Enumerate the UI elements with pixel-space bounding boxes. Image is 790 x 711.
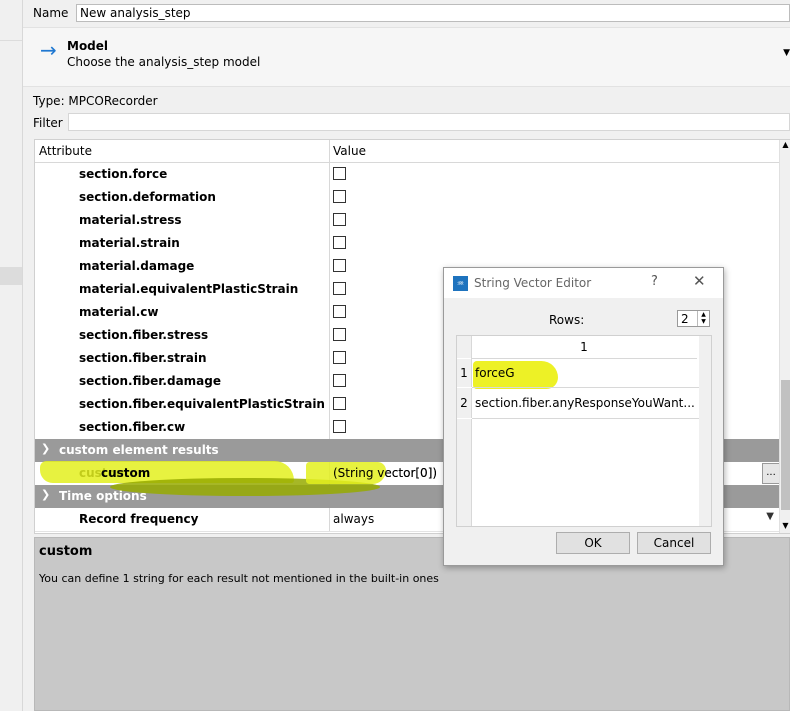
scrollbar-thumb[interactable] — [781, 380, 790, 510]
help-button[interactable]: ? — [651, 274, 658, 289]
checkbox[interactable] — [333, 190, 346, 203]
description-title: custom — [39, 544, 93, 559]
chevron-down-icon[interactable]: ❯ — [41, 442, 50, 455]
row-attribute: section.fiber.damage — [79, 374, 221, 388]
ok-button[interactable]: OK — [556, 532, 630, 554]
rows-label: Rows: — [549, 313, 585, 327]
row-attribute: material.cw — [79, 305, 159, 319]
row-attribute: section.fiber.stress — [79, 328, 209, 342]
app-icon: ♒ — [453, 276, 468, 291]
row-attribute: section.force — [79, 167, 168, 181]
row-attribute: section.fiber.cw — [79, 420, 186, 434]
left-panel-selected-item[interactable] — [0, 267, 22, 285]
scroll-up-icon[interactable]: ▲ — [780, 140, 790, 152]
record-frequency-value[interactable]: always — [333, 512, 374, 526]
checkbox[interactable] — [333, 282, 346, 295]
checkbox[interactable] — [333, 351, 346, 364]
custom-attr-overlay: custom — [101, 466, 151, 480]
checkbox[interactable] — [333, 328, 346, 341]
string-vector-editor-dialog: ♒ String Vector Editor ? ✕ Rows: 2 ▲ ▼ 1 … — [443, 267, 724, 566]
filter-label: Filter — [33, 116, 63, 130]
grid-row-header: 2 — [457, 388, 472, 418]
grid-scrollbar[interactable] — [699, 336, 711, 526]
rows-spinbox[interactable]: 2 ▲ ▼ — [677, 310, 710, 327]
filter-input[interactable] — [68, 113, 790, 131]
filter-row: Filter — [33, 113, 790, 131]
tree-header: Attribute Value — [35, 140, 780, 163]
row-attribute: material.stress — [79, 213, 182, 227]
tree-scrollbar[interactable]: ▲ ▼ — [779, 140, 790, 533]
name-input[interactable]: New analysis_step — [76, 4, 790, 22]
cancel-button[interactable]: Cancel — [637, 532, 711, 554]
checkbox[interactable] — [333, 213, 346, 226]
checkbox[interactable] — [333, 374, 346, 387]
string-grid: 1 1 forceG 2 section.fiber.anyResponseYo… — [456, 335, 712, 527]
column-header-attribute[interactable]: Attribute — [39, 144, 92, 158]
close-icon[interactable]: ✕ — [693, 272, 706, 290]
model-selector[interactable]: → Model Choose the analysis_step model ▼ — [23, 27, 790, 87]
checkbox[interactable] — [333, 236, 346, 249]
spin-arrows-icon[interactable]: ▲ ▼ — [697, 311, 709, 326]
left-panel-strip — [0, 0, 23, 711]
dialog-title: String Vector Editor — [474, 276, 592, 290]
row-attribute: section.fiber.equivalentPlasticStrain — [79, 397, 325, 411]
left-panel-divider — [0, 40, 22, 41]
grid-cell[interactable]: section.fiber.anyResponseYouWant... — [472, 388, 700, 419]
column-header-value[interactable]: Value — [333, 144, 366, 158]
rows-value: 2 — [681, 312, 689, 326]
type-label: Type: MPCORecorder — [33, 94, 158, 108]
dropdown-caret-icon[interactable]: ▼ — [766, 511, 774, 522]
table-row: section.deformation — [35, 186, 780, 210]
row-attribute: material.equivalentPlasticStrain — [79, 282, 299, 296]
checkbox[interactable] — [333, 259, 346, 272]
name-row: Name New analysis_step — [33, 4, 790, 22]
model-title: Model — [67, 39, 109, 53]
scroll-down-icon[interactable]: ▼ — [780, 521, 790, 533]
checkbox[interactable] — [333, 305, 346, 318]
table-row: material.strain — [35, 232, 780, 256]
row-attribute: Record frequency — [79, 512, 199, 526]
model-subtitle: Choose the analysis_step model — [67, 55, 261, 69]
row-attribute: material.strain — [79, 236, 180, 250]
table-row: section.force — [35, 163, 780, 187]
grid-cell[interactable]: forceG — [472, 359, 700, 388]
grid-row-header: 1 — [457, 359, 472, 387]
row-attribute: section.fiber.strain — [79, 351, 207, 365]
dialog-titlebar: ♒ String Vector Editor ? ✕ — [444, 268, 723, 298]
edit-vector-button[interactable]: ... — [762, 463, 780, 484]
row-attribute: material.damage — [79, 259, 195, 273]
chevron-down-icon[interactable]: ❯ — [41, 488, 50, 501]
checkbox[interactable] — [333, 397, 346, 410]
checkbox[interactable] — [333, 167, 346, 180]
table-row: material.stress — [35, 209, 780, 233]
group-label: custom element results — [59, 443, 219, 457]
name-label: Name — [33, 6, 69, 20]
dropdown-caret-icon[interactable]: ▼ — [783, 48, 790, 58]
custom-value-overlay: (String vector[0]) — [333, 466, 438, 480]
description-text: You can define 1 string for each result … — [39, 572, 439, 585]
arrow-right-icon: → — [40, 38, 57, 62]
grid-column-header: 1 — [471, 336, 697, 359]
row-attribute: section.deformation — [79, 190, 216, 204]
checkbox[interactable] — [333, 420, 346, 433]
